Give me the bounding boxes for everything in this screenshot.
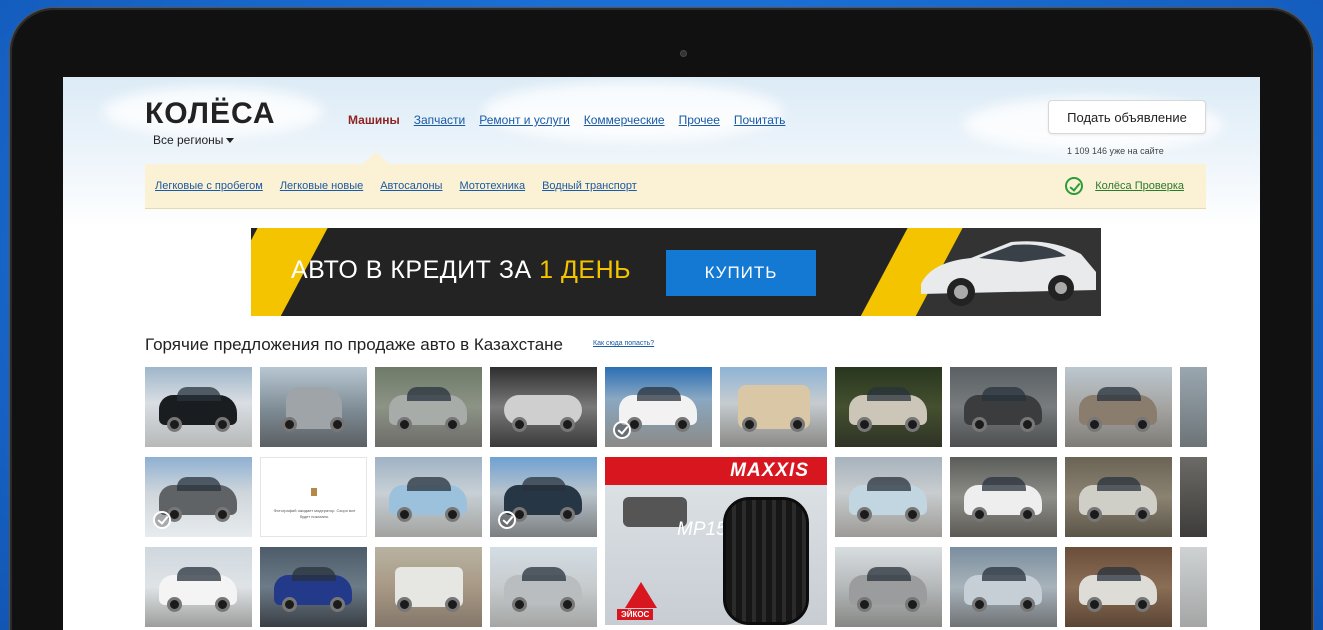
listing-tile[interactable] xyxy=(375,457,482,537)
browser-viewport: КОЛЁСА Все регионы Машины Запчасти Ремон… xyxy=(63,77,1260,630)
sub-nav: Легковые с пробегом Легковые новые Автос… xyxy=(145,164,1206,209)
subnav-item-new[interactable]: Легковые новые xyxy=(280,180,363,192)
camera-icon xyxy=(680,50,687,57)
verified-check-icon xyxy=(153,511,171,529)
verified-check-icon xyxy=(498,511,516,529)
listing-tile[interactable] xyxy=(1065,367,1172,447)
listing-tile[interactable] xyxy=(145,457,252,537)
listing-tile[interactable] xyxy=(950,367,1057,447)
listing-tile[interactable] xyxy=(375,547,482,627)
verified-check-icon xyxy=(613,421,631,439)
hourglass-icon xyxy=(311,488,317,496)
listing-tile-pending[interactable]: Фотографий ожидает модератор. Скоро все … xyxy=(260,457,367,537)
nav-item-cars[interactable]: Машины xyxy=(348,113,400,127)
maxxis-ad[interactable]: MAXXIS MP15 ЭЙКОС xyxy=(605,457,827,625)
region-selector[interactable]: Все регионы xyxy=(153,133,235,147)
how-to-get-here-link[interactable]: Как сюда попасть? xyxy=(593,340,654,347)
banner-headline: АВТО В КРЕДИТ ЗА 1 ДЕНЬ xyxy=(291,256,632,284)
listing-tile[interactable] xyxy=(835,457,942,537)
listing-tile[interactable] xyxy=(375,367,482,447)
listing-tile[interactable] xyxy=(835,547,942,627)
listing-tile[interactable] xyxy=(490,367,597,447)
hot-offers-grid: Фотографий ожидает модератор. Скоро все … xyxy=(145,367,1260,630)
verify-link-group[interactable]: Колёса Проверка xyxy=(1065,177,1184,195)
listing-tile[interactable] xyxy=(1180,547,1207,627)
subnav-item-dealers[interactable]: Автосалоны xyxy=(380,180,442,192)
buy-button[interactable]: КУПИТЬ xyxy=(666,250,816,296)
online-count: 1 109 146 уже на сайте xyxy=(1067,146,1164,156)
verify-link[interactable]: Колёса Проверка xyxy=(1095,180,1184,192)
listing-tile[interactable] xyxy=(835,367,942,447)
hot-offers-title: Горячие предложения по продаже авто в Ка… xyxy=(145,335,564,354)
nav-item-other[interactable]: Прочее xyxy=(679,113,720,127)
dealer-logo xyxy=(625,582,657,608)
post-ad-button[interactable]: Подать объявление xyxy=(1048,100,1206,134)
ad-brand: MAXXIS xyxy=(730,460,809,481)
subnav-pointer xyxy=(363,152,389,164)
tire-image xyxy=(723,497,809,625)
listing-tile[interactable] xyxy=(1180,457,1207,537)
listing-tile[interactable] xyxy=(260,367,367,447)
nav-item-read[interactable]: Почитать xyxy=(734,113,786,127)
nav-item-commercial[interactable]: Коммерческие xyxy=(584,113,665,127)
ad-model: MP15 xyxy=(677,519,727,540)
nav-item-parts[interactable]: Запчасти xyxy=(414,113,466,127)
main-nav: Машины Запчасти Ремонт и услуги Коммерче… xyxy=(348,113,785,127)
nav-item-repair[interactable]: Ремонт и услуги xyxy=(479,113,570,127)
credit-banner[interactable]: АВТО В КРЕДИТ ЗА 1 ДЕНЬ КУПИТЬ xyxy=(251,228,1101,316)
pending-photo-text: Фотографий ожидает модератор. Скоро все … xyxy=(273,508,356,519)
check-circle-icon xyxy=(1065,177,1084,195)
listing-tile[interactable] xyxy=(605,367,712,447)
chevron-down-icon xyxy=(226,137,235,143)
subnav-item-water[interactable]: Водный транспорт xyxy=(542,180,637,192)
listing-tile[interactable] xyxy=(950,547,1057,627)
site-logo[interactable]: КОЛЁСА xyxy=(145,97,276,131)
ad-dealer: ЭЙКОС xyxy=(617,609,654,620)
car-image xyxy=(921,241,1096,306)
listing-tile[interactable] xyxy=(490,547,597,627)
listing-tile[interactable] xyxy=(145,547,252,627)
listing-tile[interactable] xyxy=(490,457,597,537)
subnav-item-moto[interactable]: Мототехника xyxy=(459,180,525,192)
listing-tile[interactable] xyxy=(145,367,252,447)
listing-tile[interactable] xyxy=(1065,547,1172,627)
subnav-item-used[interactable]: Легковые с пробегом xyxy=(155,180,263,192)
listing-tile[interactable] xyxy=(260,547,367,627)
listing-tile[interactable] xyxy=(950,457,1057,537)
listing-tile[interactable] xyxy=(1180,367,1207,447)
listing-tile[interactable] xyxy=(720,367,827,447)
listing-tile[interactable] xyxy=(1065,457,1172,537)
region-label: Все регионы xyxy=(153,133,224,147)
